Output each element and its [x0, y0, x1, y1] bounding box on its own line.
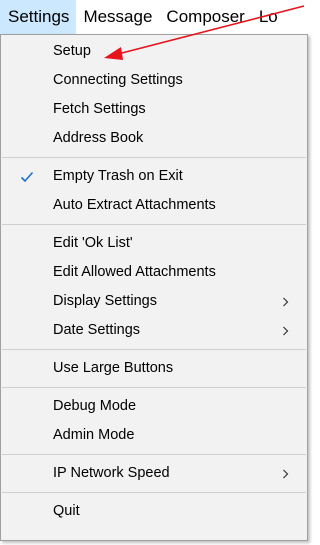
menu-separator — [2, 157, 306, 158]
menu-item-admin-mode[interactable]: Admin Mode — [1, 421, 307, 450]
menu-item-label: Auto Extract Attachments — [53, 197, 216, 213]
menu-item-label: Setup — [53, 43, 91, 59]
menu-separator — [2, 387, 306, 388]
menu-item-quit[interactable]: Quit — [1, 497, 307, 526]
menu-item-fetch-settings[interactable]: Fetch Settings — [1, 95, 307, 124]
menu-item-label: Connecting Settings — [53, 72, 183, 88]
menu-item-setup[interactable]: Setup — [1, 37, 307, 66]
menu-bar: Settings Message Composer Lo — [0, 0, 308, 34]
screenshot: Settings Message Composer Lo Setup Conne… — [0, 0, 308, 545]
menu-item-use-large-buttons[interactable]: Use Large Buttons — [1, 354, 307, 383]
menu-item-display-settings[interactable]: Display Settings — [1, 287, 307, 316]
chevron-right-icon — [282, 316, 289, 345]
menu-item-label: Fetch Settings — [53, 101, 146, 117]
menu-item-label: Edit Allowed Attachments — [53, 264, 216, 280]
chevron-right-icon — [282, 287, 289, 316]
menu-item-label: Admin Mode — [53, 427, 135, 443]
menu-item-edit-allowed-attachments[interactable]: Edit Allowed Attachments — [1, 258, 307, 287]
menu-item-label: Empty Trash on Exit — [53, 168, 183, 184]
menu-item-connecting-settings[interactable]: Connecting Settings — [1, 66, 307, 95]
menu-separator — [2, 454, 306, 455]
menu-item-edit-ok-list[interactable]: Edit 'Ok List' — [1, 229, 307, 258]
menu-separator — [2, 349, 306, 350]
menu-item-label: Date Settings — [53, 322, 141, 338]
menu-item-auto-extract-attachments[interactable]: Auto Extract Attachments — [1, 191, 307, 220]
menu-item-label: IP Network Speed — [53, 465, 170, 481]
menu-item-label: Use Large Buttons — [53, 360, 174, 376]
menu-item-address-book[interactable]: Address Book — [1, 124, 307, 153]
menu-item-label: Quit — [53, 503, 80, 519]
menu-item-debug-mode[interactable]: Debug Mode — [1, 392, 307, 421]
menu-settings[interactable]: Settings — [0, 0, 77, 34]
settings-dropdown-menu: Setup Connecting Settings Fetch Settings… — [0, 34, 308, 541]
checkmark-icon — [17, 162, 37, 191]
menu-lo[interactable]: Lo — [252, 0, 285, 34]
menu-separator — [2, 224, 306, 225]
menu-item-label: Display Settings — [53, 293, 157, 309]
menu-message[interactable]: Message — [76, 0, 159, 34]
menu-composer[interactable]: Composer — [159, 0, 251, 34]
menu-item-label: Edit 'Ok List' — [53, 235, 133, 251]
menu-item-date-settings[interactable]: Date Settings — [1, 316, 307, 345]
menu-item-label: Address Book — [53, 130, 144, 146]
menu-item-empty-trash-on-exit[interactable]: Empty Trash on Exit — [1, 162, 307, 191]
menu-separator — [2, 492, 306, 493]
chevron-right-icon — [282, 459, 289, 488]
menu-item-ip-network-speed[interactable]: IP Network Speed — [1, 459, 307, 488]
menu-item-label: Debug Mode — [53, 398, 137, 414]
